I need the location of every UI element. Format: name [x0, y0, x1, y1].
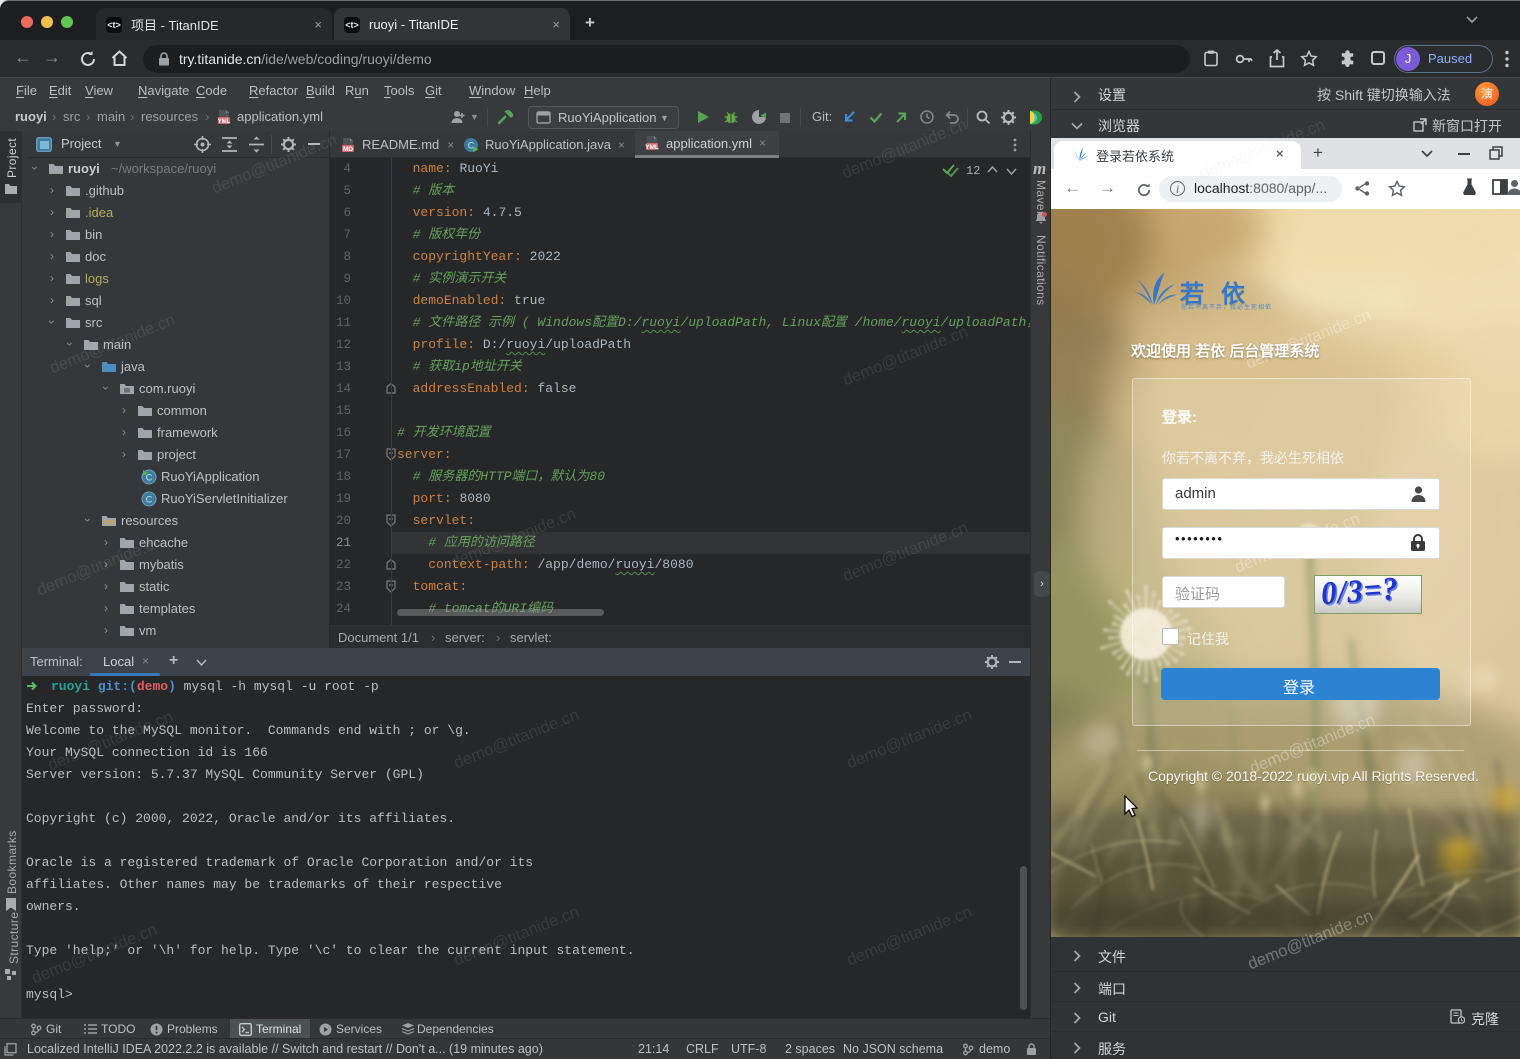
svg-text:C: C: [146, 495, 153, 505]
svg-text:YML: YML: [645, 144, 659, 151]
svg-text:MD: MD: [343, 146, 353, 153]
svg-text:C: C: [146, 473, 153, 483]
svg-text:YML: YML: [218, 119, 231, 125]
